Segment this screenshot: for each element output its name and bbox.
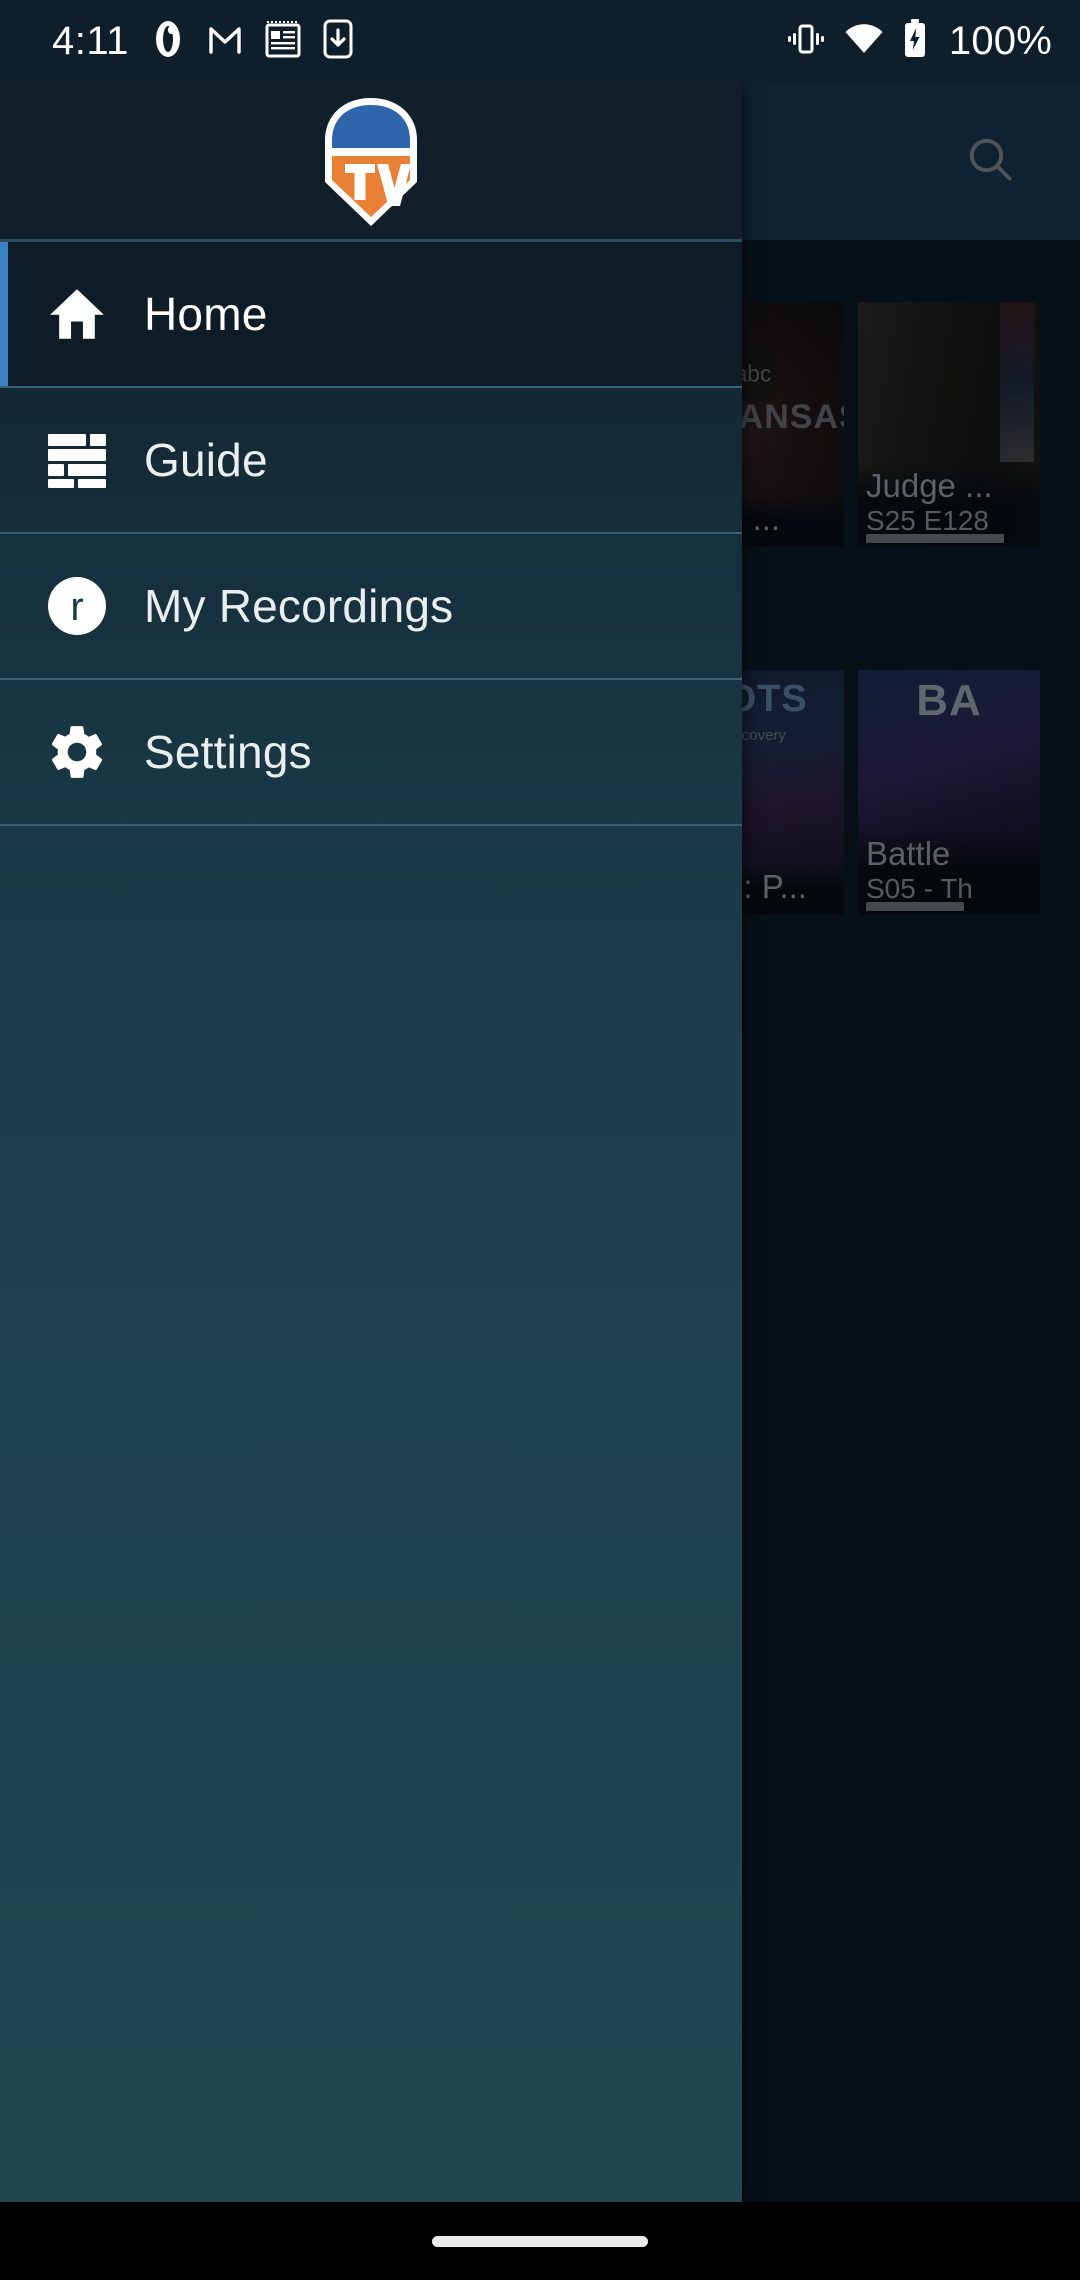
drawer-header bbox=[0, 82, 742, 242]
opera-icon bbox=[151, 19, 185, 64]
sidebar-item-label: Settings bbox=[144, 726, 312, 778]
tile-banner: BA bbox=[916, 676, 982, 725]
tablo-tv-logo-icon bbox=[307, 96, 435, 228]
vibrate-icon bbox=[787, 22, 825, 61]
sidebar-item-settings[interactable]: Settings bbox=[0, 680, 742, 826]
guide-icon bbox=[38, 432, 116, 488]
gear-icon bbox=[38, 721, 116, 783]
navigation-drawer: Home Guide r My Recordings Settings bbox=[0, 82, 742, 2202]
progress-bar bbox=[866, 902, 964, 911]
list-item[interactable]: BA Battle S05 - Th bbox=[858, 670, 1040, 915]
gmail-icon bbox=[207, 21, 243, 62]
tile-subtitle: S05 - Th bbox=[866, 872, 973, 904]
tile-subtitle: S25 E128 bbox=[866, 504, 989, 536]
home-icon bbox=[38, 283, 116, 345]
sidebar-item-label: Guide bbox=[144, 434, 268, 486]
status-clock: 4:11 bbox=[52, 19, 129, 63]
battery-percent-label: 100% bbox=[948, 19, 1052, 63]
status-bar-right: 100% bbox=[787, 18, 1052, 64]
tile-title: Judge ... bbox=[866, 467, 993, 505]
tile-title: Battle bbox=[866, 835, 951, 873]
sidebar-item-guide[interactable]: Guide bbox=[0, 388, 742, 534]
sidebar-item-label: Home bbox=[144, 288, 268, 340]
search-icon[interactable] bbox=[962, 131, 1018, 192]
phone-screen: abc ARKANSAS noon ... Judge ... S25 E128 bbox=[0, 0, 1080, 2280]
list-item[interactable]: Judge ... S25 E128 bbox=[858, 302, 1040, 547]
status-bar-left: 4:11 bbox=[52, 19, 353, 64]
progress-bar bbox=[866, 534, 1004, 543]
sidebar-item-home[interactable]: Home bbox=[0, 242, 742, 388]
svg-text:r: r bbox=[70, 585, 83, 629]
download-phone-icon bbox=[323, 19, 353, 64]
sidebar-item-label: My Recordings bbox=[144, 580, 454, 632]
sidebar-item-my-recordings[interactable]: r My Recordings bbox=[0, 534, 742, 680]
recordings-icon: r bbox=[38, 575, 116, 637]
system-navigation-bar bbox=[0, 2202, 1080, 2280]
wifi-icon bbox=[844, 23, 884, 60]
calendar-icon bbox=[265, 20, 301, 63]
tile-flag-decoration bbox=[1000, 302, 1034, 462]
drawer-spacer bbox=[0, 826, 742, 866]
status-bar: 4:11 100% bbox=[0, 0, 1080, 82]
home-indicator[interactable] bbox=[432, 2235, 648, 2247]
battery-charging-icon bbox=[903, 18, 927, 64]
